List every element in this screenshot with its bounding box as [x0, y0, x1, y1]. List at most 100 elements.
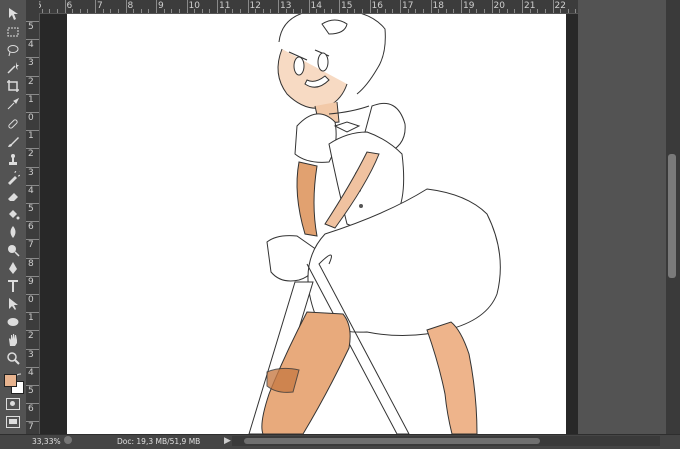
swap-colors-icon[interactable] — [14, 366, 22, 381]
move-tool-icon[interactable] — [3, 6, 23, 22]
character-drawing — [248, 14, 501, 434]
ruler-tick — [483, 9, 485, 13]
ruler-tick-label: 1 — [28, 94, 34, 105]
ruler-tick — [26, 385, 39, 386]
ruler-tick — [148, 9, 150, 13]
ruler-tick — [537, 9, 539, 13]
type-tool-icon[interactable] — [3, 278, 23, 294]
ruler-tick-label: 6 — [28, 222, 34, 233]
ruler-tick-label: 1 — [28, 131, 34, 142]
ruler-tick-label: 4 — [28, 40, 34, 51]
ruler-tick — [156, 0, 157, 13]
ruler-tick-label: 3 — [28, 349, 34, 360]
ruler-tick — [186, 0, 188, 13]
ruler-tick — [232, 9, 234, 13]
clone-stamp-tool-icon[interactable] — [3, 152, 23, 168]
zoom-level[interactable]: 33,33% — [32, 437, 61, 446]
pen-tool-icon[interactable] — [3, 260, 23, 276]
ruler-tick — [308, 0, 310, 13]
ruler-tick-label: 1 — [28, 313, 34, 324]
paint-bucket-tool-icon[interactable] — [3, 206, 23, 222]
ruler-tick — [331, 9, 333, 13]
eyedropper-tool-icon[interactable] — [3, 96, 23, 112]
ruler-tick — [293, 9, 295, 13]
ruler-tick-label: 5 — [28, 386, 34, 396]
ruler-tick — [453, 9, 455, 13]
ruler-tick — [560, 9, 562, 13]
ruler-tick — [392, 9, 394, 13]
ruler-tick — [178, 9, 180, 13]
ruler-tick — [323, 9, 325, 13]
ruler-tick — [575, 9, 577, 13]
ruler-tick-label: 3 — [28, 167, 34, 178]
ruler-tick — [26, 130, 39, 132]
right-dock — [578, 0, 666, 434]
ruler-tick — [255, 9, 257, 13]
blur-tool-icon[interactable] — [3, 224, 23, 240]
ruler-tick — [163, 9, 165, 13]
crop-tool-icon[interactable] — [3, 78, 23, 94]
ruler-tick — [26, 348, 39, 350]
ruler-tick — [26, 257, 39, 259]
ruler-tick — [79, 9, 81, 13]
healing-brush-tool-icon[interactable] — [3, 116, 23, 132]
ruler-tick — [407, 9, 409, 13]
ruler-tick-label: 3 — [28, 58, 34, 69]
ruler-tick — [506, 9, 508, 13]
vertical-scroll-thumb[interactable] — [668, 154, 676, 278]
status-arrow-icon[interactable]: ▶ — [224, 436, 231, 446]
quick-mask-icon[interactable] — [6, 398, 20, 410]
path-selection-tool-icon[interactable] — [3, 296, 23, 312]
ruler-tick — [209, 9, 211, 13]
ruler-tick-label: 0 — [28, 295, 34, 305]
ruler-tick-label: 2 — [28, 331, 34, 342]
brush-tool-icon[interactable] — [3, 134, 23, 150]
ruler-tick — [400, 0, 401, 13]
horizontal-scroll-thumb[interactable] — [244, 438, 540, 444]
dodge-tool-icon[interactable] — [3, 242, 23, 258]
ruler-tick — [278, 0, 279, 13]
ruler-tick — [117, 9, 119, 13]
ruler-tick — [491, 0, 493, 13]
ruler-tick-label: 7 — [28, 422, 34, 433]
foreground-color-swatch[interactable] — [4, 374, 17, 387]
ruler-tick-label: 4 — [28, 185, 34, 196]
ruler-tick — [64, 0, 66, 13]
horizontal-scrollbar[interactable] — [232, 436, 660, 446]
ruler-tick — [285, 9, 287, 13]
ruler-tick — [133, 9, 135, 13]
marquee-tool-icon[interactable] — [3, 24, 23, 40]
ruler-tick — [384, 9, 386, 13]
document-window[interactable] — [40, 14, 566, 434]
status-menu-icon[interactable] — [64, 436, 72, 444]
ruler-tick — [26, 403, 39, 405]
ruler-tick-label: 2 — [28, 76, 34, 87]
ruler-tick-label: 0 — [28, 113, 34, 123]
eraser-tool-icon[interactable] — [3, 188, 23, 204]
magic-wand-tool-icon[interactable] — [3, 60, 23, 76]
ruler-tick-label: 7 — [28, 240, 34, 251]
ruler-tick — [422, 9, 424, 13]
ruler-origin[interactable] — [26, 0, 39, 13]
ruler-tick — [217, 0, 218, 13]
canvas[interactable] — [67, 14, 566, 434]
ruler-tick — [26, 312, 39, 314]
ruler-tick — [270, 9, 272, 13]
vertical-scrollbar[interactable] — [666, 0, 680, 434]
ruler-tick — [26, 21, 39, 22]
ruler-tick-label: 5 — [28, 204, 34, 214]
hand-tool-icon[interactable] — [3, 332, 23, 348]
ruler-tick — [26, 112, 39, 113]
doc-size: Doc: 19,3 MB/51,9 MB — [117, 437, 201, 446]
ruler-tick — [26, 275, 39, 277]
history-brush-tool-icon[interactable] — [3, 170, 23, 186]
ruler-tick — [544, 9, 546, 13]
ruler-tick — [56, 9, 58, 13]
zoom-tool-icon[interactable] — [3, 350, 23, 366]
lasso-tool-icon[interactable] — [3, 42, 23, 58]
ruler-tick — [26, 203, 39, 204]
screen-mode-icon[interactable] — [6, 416, 20, 428]
ruler-tick — [194, 9, 196, 13]
ruler-tick — [468, 9, 470, 13]
ellipse-tool-icon[interactable] — [3, 314, 23, 330]
